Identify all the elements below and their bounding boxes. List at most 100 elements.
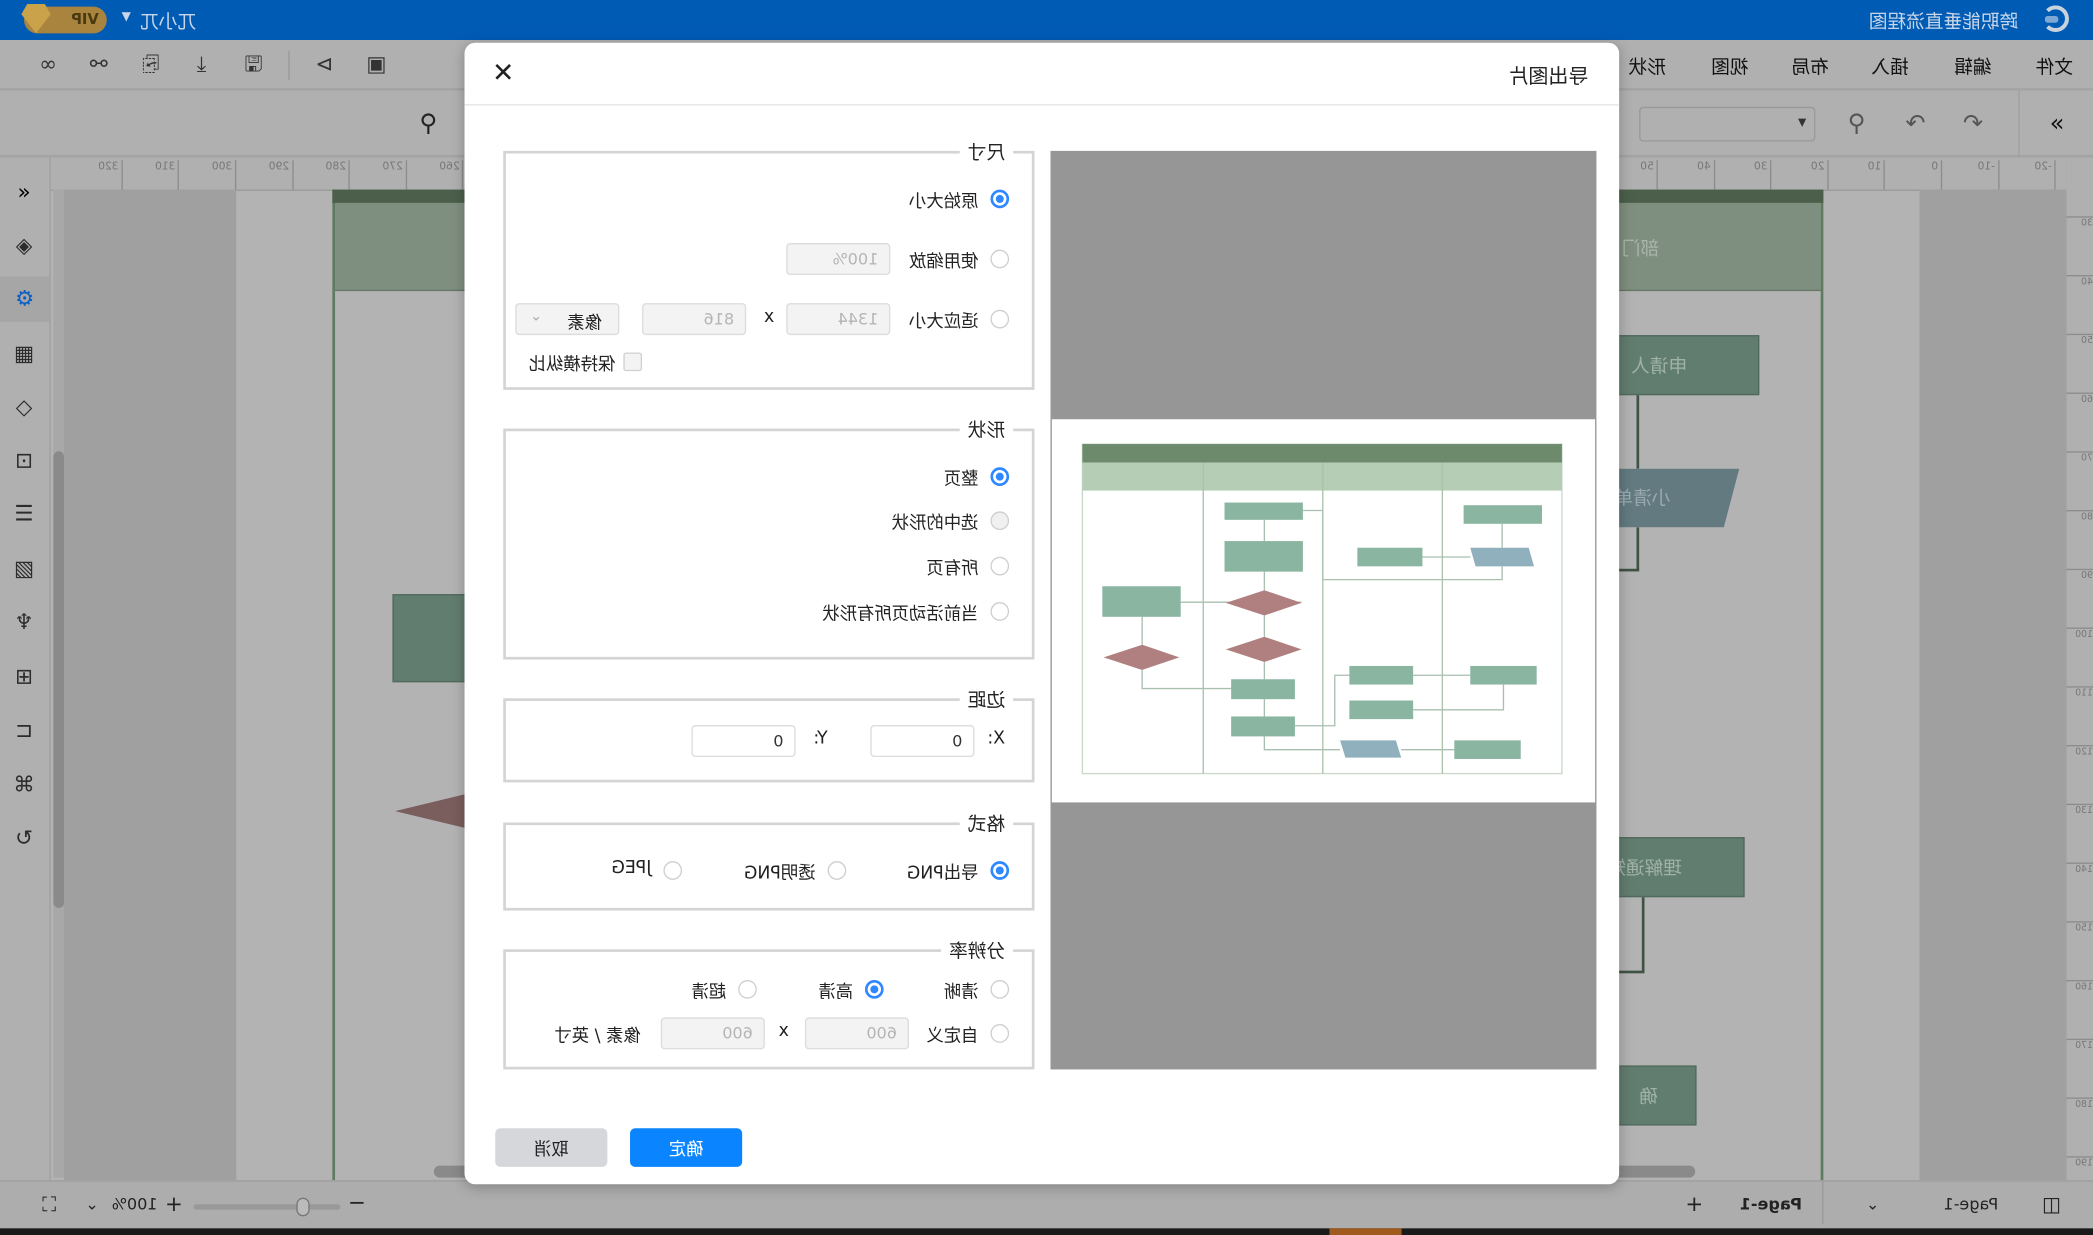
radio-use-zoom[interactable] xyxy=(990,249,1010,269)
radio-original-size[interactable] xyxy=(990,189,1010,209)
radio-custom[interactable] xyxy=(990,1024,1010,1043)
presentation-icon[interactable]: ⊡ xyxy=(11,447,38,474)
add-page-icon[interactable]: + xyxy=(1685,1191,1703,1216)
expand-panel-icon[interactable]: » xyxy=(2042,109,2071,138)
radio-hd[interactable] xyxy=(864,979,884,999)
menu-view[interactable]: 视图 xyxy=(1711,53,1748,80)
zoom-in-icon[interactable]: + xyxy=(165,1191,183,1216)
margin-y-input[interactable]: 0 xyxy=(691,724,796,758)
document-title[interactable]: 跨职能垂直流程图 xyxy=(1869,8,2018,35)
pages-dropdown-icon[interactable]: ⌄ xyxy=(1866,1195,1879,1214)
active-page-tab[interactable]: Page-1 xyxy=(1740,1195,1802,1214)
shape-label: 小清单 xyxy=(1614,488,1671,511)
zoom-slider-handle[interactable] xyxy=(296,1197,310,1217)
puzzle-icon[interactable]: ⊞ xyxy=(11,664,38,691)
menu-shape[interactable]: 形状 xyxy=(1628,53,1665,80)
download-icon[interactable]: ⤓ xyxy=(188,51,215,78)
preview-page xyxy=(1051,419,1596,803)
fullscreen-icon[interactable]: ⛶ xyxy=(42,1192,56,1216)
close-icon[interactable]: ✕ xyxy=(490,56,517,88)
confirm-button[interactable]: 确定 xyxy=(630,1128,743,1167)
gantt-icon[interactable]: ⊏ xyxy=(11,717,38,744)
fit-size-label: 适应大小 xyxy=(908,312,979,333)
radio-transparent-png[interactable] xyxy=(827,861,847,880)
unit-select[interactable]: 像素 ⌄ xyxy=(515,303,620,336)
custom-dpi-y-input[interactable]: 600 xyxy=(660,1017,765,1050)
width-input[interactable]: 1344 xyxy=(786,303,891,336)
zoom-slider[interactable] xyxy=(193,1204,341,1210)
zoom-out-icon[interactable]: − xyxy=(348,1190,366,1215)
selected-shapes-label: 选中的形状 xyxy=(891,514,979,535)
ruler-tick: 90 xyxy=(2066,568,2093,629)
radio-fit-size[interactable] xyxy=(990,309,1010,329)
radio-ultra-hd[interactable] xyxy=(738,979,757,999)
chevron-down-icon: ▼ xyxy=(1798,116,1807,129)
collapse-panel-icon[interactable]: « xyxy=(11,179,38,206)
radio-clear[interactable] xyxy=(990,979,1010,999)
png-label: 导出PNG xyxy=(906,863,979,884)
org-chart-icon[interactable]: ♆ xyxy=(11,609,38,636)
fit-screen-icon[interactable]: ▣ xyxy=(363,51,390,78)
share-icon[interactable]: ⚯ xyxy=(85,51,112,78)
redo-icon[interactable]: ↷ xyxy=(1901,109,1930,138)
menu-layout[interactable]: 布局 xyxy=(1791,53,1828,80)
menu-file[interactable]: 文件 xyxy=(2036,53,2073,80)
height-input[interactable]: 816 xyxy=(642,303,747,336)
ruler-tick: 20 xyxy=(1771,160,1829,190)
fill-bucket-icon[interactable]: ◈ xyxy=(11,232,38,259)
mindmap-icon[interactable]: ⌘ xyxy=(11,772,38,799)
keep-ratio-checkbox[interactable] xyxy=(623,352,643,372)
play-icon[interactable]: ⊳ xyxy=(311,51,338,78)
preview-title-bar xyxy=(1082,444,1562,463)
database-icon[interactable]: ☰ xyxy=(11,501,38,528)
keep-ratio-label: 保持横纵比 xyxy=(528,355,616,376)
radio-whole-page[interactable] xyxy=(990,467,1010,486)
cancel-button[interactable]: 取消 xyxy=(495,1128,608,1167)
image-icon[interactable]: ▨ xyxy=(11,555,38,582)
scrollbar-thumb[interactable] xyxy=(53,451,65,908)
radio-all-pages[interactable] xyxy=(990,556,1010,576)
custom-dpi-x-input[interactable]: 600 xyxy=(804,1017,910,1050)
original-size-label: 原始大小 xyxy=(908,192,979,213)
page-tab[interactable]: Page-1 xyxy=(1943,1195,1998,1214)
use-zoom-label: 使用缩放 xyxy=(908,252,979,273)
menu-edit[interactable]: 编辑 xyxy=(1954,53,1991,80)
zoom-dropdown-icon[interactable]: ⌄ xyxy=(85,1195,98,1214)
zoom-level[interactable]: 100% xyxy=(112,1195,158,1214)
undo-icon[interactable]: ↶ xyxy=(1958,109,1987,138)
user-name[interactable]: 兀小兀 xyxy=(140,8,196,35)
radio-current-page-shapes[interactable] xyxy=(990,602,1010,621)
save-icon[interactable]: 🖫 xyxy=(240,51,267,78)
toolbar-separator xyxy=(288,50,290,81)
page-view-icon[interactable]: ◫ xyxy=(2042,1192,2061,1216)
dpi-unit-label: 像素 / 英寸 xyxy=(554,1026,641,1047)
ruler-tick: 50 xyxy=(2066,333,2093,394)
export-icon[interactable]: ⎘ xyxy=(137,51,164,78)
radio-jpeg[interactable] xyxy=(663,861,683,880)
shapes-grid-icon[interactable]: ▦ xyxy=(11,340,38,367)
ruler-tick: -20 xyxy=(1999,160,2056,190)
history-icon[interactable]: ↻ xyxy=(11,825,38,852)
radio-png[interactable] xyxy=(990,861,1010,880)
search-icon[interactable]: ⚲ xyxy=(414,109,443,138)
ruler-tick: 270 xyxy=(350,160,407,190)
menu-insert[interactable]: 插入 xyxy=(1871,53,1908,80)
current-page-shapes-label: 当前活动页所有形状 xyxy=(822,604,979,625)
margin-x-input[interactable]: 0 xyxy=(870,724,975,758)
binoculars-icon[interactable]: ∞ xyxy=(35,51,62,78)
radio-selected-shapes[interactable] xyxy=(990,511,1010,531)
font-select[interactable]: ▼ xyxy=(1639,106,1816,142)
layers-icon[interactable]: ◇ xyxy=(11,394,38,421)
format-painter-icon[interactable]: ⚲ xyxy=(1842,109,1871,138)
zoom-input[interactable]: 100% xyxy=(786,242,891,276)
jpeg-label: JPEG xyxy=(611,858,652,879)
page-settings-icon[interactable]: ⚙ xyxy=(0,276,50,322)
canvas-margin xyxy=(64,189,237,1181)
user-dropdown-icon[interactable]: ▼ xyxy=(122,11,131,24)
vip-badge[interactable]: VIP xyxy=(24,7,107,34)
margin-x-label: X: xyxy=(987,728,1006,750)
whole-page-label: 整页 xyxy=(943,469,979,490)
vertical-scrollbar[interactable] xyxy=(53,189,65,1178)
ruler-tick: 80 xyxy=(2066,510,2093,571)
ruler-tick: 170 xyxy=(2066,1038,2093,1099)
